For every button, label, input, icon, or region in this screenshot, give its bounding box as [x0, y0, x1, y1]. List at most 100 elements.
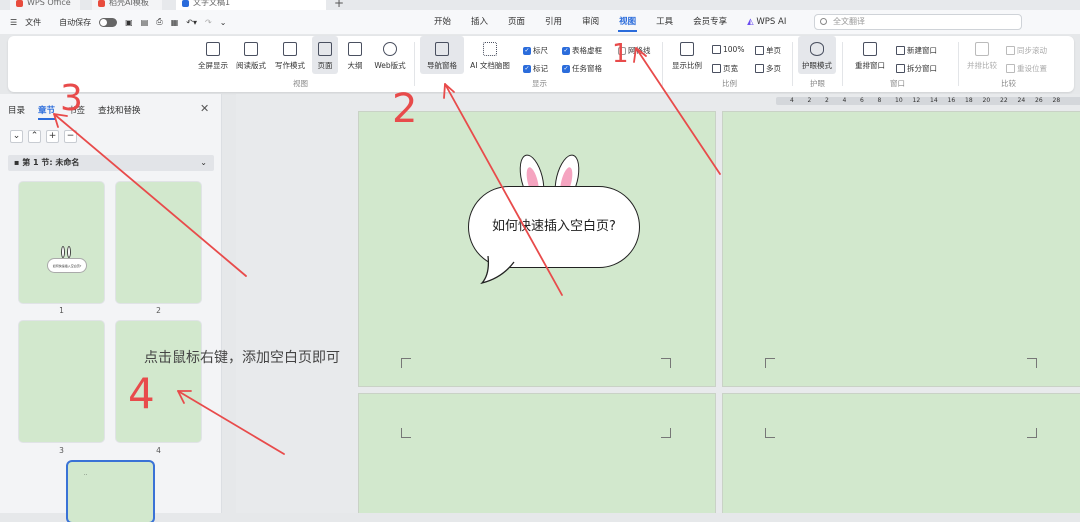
print-icon[interactable]: ⎙	[156, 17, 162, 27]
new-tab-icon[interactable]: +	[334, 0, 344, 10]
zoom-scale-button[interactable]: 显示比例	[668, 36, 706, 71]
tab-view[interactable]: 视图	[609, 10, 646, 34]
redo-icon[interactable]: ↷	[205, 18, 212, 27]
write-mode-button[interactable]: 写作模式	[273, 36, 307, 71]
page-thumbnail[interactable]	[116, 321, 201, 442]
button-label: Web版式	[374, 61, 406, 70]
collapse-icon[interactable]: ⌃	[28, 130, 41, 143]
read-layout-button[interactable]: 阅读版式	[234, 36, 268, 71]
check-icon: ✓	[562, 64, 570, 73]
separator	[958, 42, 959, 86]
new-window-button[interactable]: 新建窗口	[896, 45, 937, 56]
tab-start[interactable]: 开始	[424, 10, 461, 34]
print-preview-icon[interactable]: ▦	[171, 18, 179, 27]
mini-ear-icon	[67, 246, 71, 258]
tab-tools[interactable]: 工具	[646, 10, 683, 34]
markup-checkbox[interactable]: ✓ 标记	[523, 63, 548, 74]
close-icon[interactable]: ✕	[200, 102, 209, 115]
reset-position-button[interactable]: 重设位置	[1006, 63, 1047, 74]
tab-wps-office[interactable]: WPS Office	[10, 0, 80, 10]
export-pdf-icon[interactable]: ▤	[141, 18, 149, 27]
ai-mindmap-button[interactable]: AI 文档脑图	[468, 36, 512, 71]
reset-position-icon	[1006, 64, 1015, 73]
document-canvas[interactable]: └ 422468101214161820222426283234	[236, 94, 1080, 513]
margin-corner	[401, 428, 411, 438]
hamburger-icon[interactable]: ☰	[10, 18, 17, 27]
split-window-button[interactable]: 拆分窗口	[896, 63, 937, 74]
file-menu[interactable]: 文件	[25, 17, 41, 28]
ruler-tick-label: 4	[790, 97, 794, 104]
outline-button[interactable]: 大纲	[343, 36, 367, 71]
outline-icon	[348, 42, 362, 56]
section-title: 第 1 节: 未命名	[22, 158, 80, 167]
sync-scroll-button[interactable]: 同步滚动	[1006, 45, 1047, 56]
tab-reference[interactable]: 引用	[535, 10, 572, 34]
tab-wps-ai[interactable]: ◭ WPS AI	[737, 10, 796, 34]
section-header[interactable]: ▪ 第 1 节: 未命名 ⌄	[8, 155, 214, 171]
fullscreen-button[interactable]: 全屏显示	[196, 36, 230, 71]
page-4[interactable]	[723, 394, 1080, 513]
wps-logo-icon	[16, 0, 23, 7]
tab-member[interactable]: 会员专享	[683, 10, 737, 34]
margin-corner	[661, 358, 671, 368]
ruler-tick-label: 24	[1017, 97, 1026, 104]
save-icon[interactable]: ▣	[125, 18, 133, 27]
table-gridlines-checkbox[interactable]: ✓ 表格虚框	[562, 45, 602, 56]
tab-page[interactable]: 页面	[498, 10, 535, 34]
eye-icon	[810, 42, 824, 56]
tab-template[interactable]: 稻壳AI模板	[92, 0, 162, 10]
remove-section-icon[interactable]: −	[64, 130, 77, 143]
panel-tab-toc[interactable]: 目录	[8, 104, 25, 116]
panel-tab-bookmarks[interactable]: 书签	[68, 104, 85, 116]
multi-page-button[interactable]: 多页	[755, 63, 781, 74]
page-number: 2	[156, 306, 161, 315]
single-page-button[interactable]: 单页	[755, 45, 781, 56]
nav-pane-button[interactable]: 导航窗格	[420, 36, 464, 74]
add-section-icon[interactable]: +	[46, 130, 59, 143]
undo-icon[interactable]: ↶▾	[186, 18, 197, 27]
button-label: 100%	[723, 45, 745, 54]
tab-review[interactable]: 审阅	[572, 10, 609, 34]
search-placeholder: 全文翻译	[833, 17, 865, 26]
ruler-checkbox[interactable]: ✓ 标尺	[523, 45, 548, 56]
page-thumbnail[interactable]: 如何快速插入空白页?	[19, 182, 104, 303]
zoom-100-icon	[712, 45, 721, 54]
panel-tab-find-replace[interactable]: 查找和替换	[98, 104, 141, 116]
search-input[interactable]: 全文翻译	[814, 14, 1022, 30]
zoom-100-button[interactable]: 100%	[712, 45, 744, 54]
group-label-compare: 比较	[1001, 79, 1016, 88]
task-pane-checkbox[interactable]: ✓ 任务窗格	[562, 63, 602, 74]
cursor-mark: ··	[84, 472, 88, 478]
page-2[interactable]	[723, 112, 1080, 386]
tab-insert[interactable]: 插入	[461, 10, 498, 34]
button-label: AI 文档脑图	[470, 61, 510, 70]
tab-label: WPS AI	[756, 17, 787, 27]
gridlines-checkbox[interactable]: 网格线	[618, 45, 651, 56]
chevron-down-icon[interactable]: ⌄	[200, 155, 207, 171]
web-layout-button[interactable]: Web版式	[372, 36, 408, 71]
tab-label: 文字文稿1	[193, 0, 231, 7]
autosave-toggle[interactable]	[99, 17, 118, 27]
tab-document[interactable]: 文字文稿1	[176, 0, 326, 10]
page-width-button[interactable]: 页宽	[712, 63, 738, 74]
page-3[interactable]	[359, 394, 715, 513]
rearrange-window-button[interactable]: 重排窗口	[848, 36, 892, 71]
panel-tab-sections[interactable]: 章节	[38, 104, 56, 120]
group-label-view: 视图	[293, 79, 308, 88]
page-thumbnail[interactable]	[19, 321, 104, 442]
page-thumbnail[interactable]	[116, 182, 201, 303]
page-layout-button[interactable]: 页面	[312, 36, 338, 74]
more-icon[interactable]: ⌄	[220, 18, 227, 27]
read-icon	[244, 42, 258, 56]
page-thumbnail-selected[interactable]: ··	[68, 462, 153, 522]
check-icon: ✓	[562, 46, 570, 55]
horizontal-ruler[interactable]: 422468101214161820222426283234	[776, 97, 1080, 105]
autosave-label: 自动保存	[59, 17, 92, 27]
expand-icon[interactable]: ⌄	[10, 130, 23, 143]
button-label: 写作模式	[275, 61, 305, 70]
wps-ai-icon: ◭	[747, 17, 754, 27]
ruler-tick-label: 22	[1000, 97, 1008, 104]
split-window-icon	[896, 64, 905, 73]
side-by-side-button[interactable]: 并排比较	[963, 36, 1001, 71]
eye-mode-button[interactable]: 护眼模式	[798, 36, 836, 74]
